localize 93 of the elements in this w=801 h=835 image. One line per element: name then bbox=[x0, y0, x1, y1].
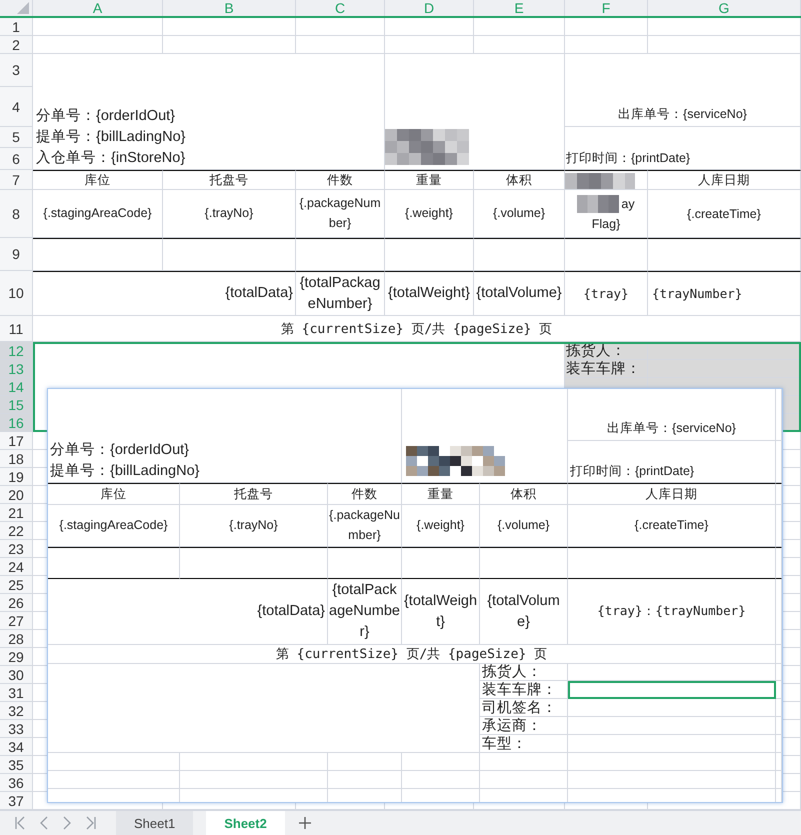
order-field-text: 分单号：{orderIdOut} bbox=[50, 441, 190, 460]
sheet-tab[interactable]: Sheet1 bbox=[116, 811, 194, 835]
order-field-text: 提单号：{billLadingNo} bbox=[50, 462, 200, 481]
row-number[interactable]: 2 bbox=[0, 36, 33, 54]
table-cell: {.volume} bbox=[474, 190, 565, 238]
table-cell: 拣货人： bbox=[480, 663, 568, 681]
row-number[interactable]: 34 bbox=[0, 738, 33, 756]
row-number[interactable]: 5 bbox=[0, 127, 33, 148]
last-sheet-icon[interactable] bbox=[85, 816, 97, 830]
table-cell: 打印时间：{printDate} bbox=[568, 441, 776, 483]
table-cell: 装车车牌： bbox=[565, 360, 648, 378]
column-title: 件数 bbox=[296, 170, 385, 190]
column-title: 重量 bbox=[385, 170, 474, 190]
row-number[interactable]: 17 bbox=[0, 432, 33, 450]
table-cell: {.weight} bbox=[402, 505, 480, 547]
order-field-text: 提单号：{billLadingNo} bbox=[36, 128, 186, 147]
table-cell: 出库单号：{serviceNo} bbox=[565, 54, 801, 127]
page-footer-text: 第 {currentSize} 页/共 {pageSize} 页 bbox=[48, 645, 776, 664]
order-field-text: 分单号：{orderIdOut} bbox=[36, 107, 176, 126]
row-number[interactable]: 29 bbox=[0, 648, 33, 666]
table-cell: {.trayNo} bbox=[163, 190, 296, 238]
first-sheet-icon[interactable] bbox=[14, 816, 26, 830]
table-cell[interactable] bbox=[568, 681, 776, 699]
row-number[interactable]: 9 bbox=[0, 238, 33, 271]
table-cell: {totalPackageNumber} bbox=[296, 271, 385, 316]
table-cell: {tray} bbox=[565, 271, 648, 316]
table-cell: 打印时间：{printDate} bbox=[565, 127, 801, 170]
row-number[interactable]: 8 bbox=[0, 190, 33, 238]
row-number[interactable]: 21 bbox=[0, 504, 33, 522]
column-title: 重量 bbox=[402, 483, 480, 505]
row-number[interactable]: 36 bbox=[0, 774, 33, 792]
row-number[interactable]: 35 bbox=[0, 756, 33, 774]
row-number[interactable]: 26 bbox=[0, 594, 33, 612]
row-number[interactable]: 30 bbox=[0, 666, 33, 684]
table-cell: {.stagingAreaCode} bbox=[48, 505, 180, 547]
column-title: 体积 bbox=[474, 170, 565, 190]
table-cell: {totalWeight} bbox=[385, 271, 474, 316]
table-cell: {.stagingAreaCode} bbox=[33, 190, 163, 238]
table-cell: {.createTime} bbox=[648, 190, 801, 238]
field-fragment: Flag} bbox=[592, 216, 620, 233]
column-title: 人库日期 bbox=[648, 170, 801, 190]
order-field-text: 入仓单号：{inStoreNo} bbox=[36, 149, 186, 168]
row-number[interactable]: 28 bbox=[0, 630, 33, 648]
table-cell: {.packageNumber} bbox=[296, 190, 385, 238]
table-cell: {totalData} bbox=[33, 271, 296, 316]
table-cell: {totalData} bbox=[48, 579, 328, 645]
table-cell: {totalVolume} bbox=[474, 271, 565, 316]
row-number[interactable]: 3 bbox=[0, 54, 33, 87]
row-number[interactable]: 4 bbox=[0, 87, 33, 127]
field-fragment: ay bbox=[621, 196, 635, 213]
row-number[interactable]: 25 bbox=[0, 576, 33, 594]
table-cell: {.createTime} bbox=[568, 505, 776, 547]
table-cell: {.trayNo} bbox=[180, 505, 328, 547]
row-number[interactable]: 10 bbox=[0, 271, 33, 316]
row-number[interactable]: 6 bbox=[0, 148, 33, 170]
previous-sheet-icon[interactable] bbox=[39, 816, 49, 830]
table-cell: {totalVolume} bbox=[480, 579, 568, 645]
table-cell: {totalWeight} bbox=[402, 579, 480, 645]
select-all-icon[interactable] bbox=[17, 2, 29, 14]
row-number[interactable]: 24 bbox=[0, 558, 33, 576]
table-cell: 出库单号：{serviceNo} bbox=[568, 389, 776, 441]
row-number[interactable]: 22 bbox=[0, 522, 33, 540]
row-number[interactable]: 32 bbox=[0, 702, 33, 720]
table-cell: {trayNumber} bbox=[648, 271, 801, 316]
table-cell: 装车车牌： bbox=[480, 681, 568, 699]
column-title: 托盘号 bbox=[180, 483, 328, 505]
row-number[interactable]: 31 bbox=[0, 684, 33, 702]
row-number[interactable]: 20 bbox=[0, 486, 33, 504]
table-cell: {.packageNumber} bbox=[328, 505, 402, 547]
pasted-image[interactable] bbox=[47, 388, 783, 803]
table-cell: 司机签名： bbox=[480, 699, 568, 717]
table-cell: {tray}：{trayNumber} bbox=[568, 579, 776, 645]
table-cell: {totalPackageNumber} bbox=[328, 579, 402, 645]
table-cell: 车型： bbox=[480, 735, 568, 753]
next-sheet-icon[interactable] bbox=[62, 816, 72, 830]
add-sheet-icon[interactable] bbox=[298, 816, 312, 830]
table-cell: {.volume} bbox=[480, 505, 568, 547]
column-title: 库位 bbox=[33, 170, 163, 190]
row-number[interactable]: 19 bbox=[0, 468, 33, 486]
column-title: 人库日期 bbox=[568, 483, 776, 505]
page-footer-text: 第 {currentSize} 页/共 {pageSize} 页 bbox=[33, 316, 801, 342]
table-cell: 承运商： bbox=[480, 717, 568, 735]
row-number[interactable]: 1 bbox=[0, 18, 33, 36]
row-number[interactable]: 33 bbox=[0, 720, 33, 738]
row-number[interactable]: 18 bbox=[0, 450, 33, 468]
column-title: 库位 bbox=[48, 483, 180, 505]
row-number[interactable]: 23 bbox=[0, 540, 33, 558]
row-number[interactable]: 7 bbox=[0, 170, 33, 190]
column-title: 件数 bbox=[328, 483, 402, 505]
row-number[interactable]: 27 bbox=[0, 612, 33, 630]
column-title: 体积 bbox=[480, 483, 568, 505]
table-cell: {.weight} bbox=[385, 190, 474, 238]
column-title: 托盘号 bbox=[163, 170, 296, 190]
